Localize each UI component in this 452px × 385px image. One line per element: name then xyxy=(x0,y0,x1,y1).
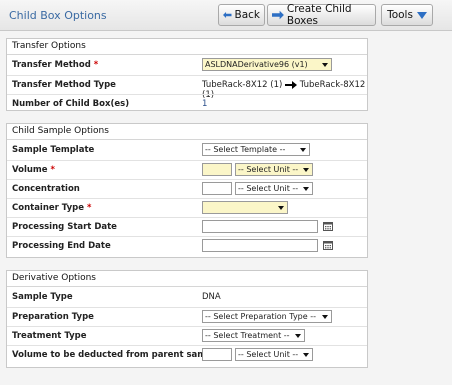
calendar-icon[interactable] xyxy=(323,240,333,250)
caret-down-icon xyxy=(416,11,427,19)
select-value: -- Select Template -- xyxy=(205,145,286,154)
label-text: Container Type xyxy=(12,203,84,213)
preparation-type-row: Preparation Type -- Select Preparation T… xyxy=(7,307,367,325)
transfer-method-type-row: Transfer Method Type TubeRack-8X12 (1) T… xyxy=(7,75,367,100)
back-button[interactable]: Back xyxy=(218,4,265,26)
field-label: Volume * xyxy=(12,165,55,175)
sample-type-row: Sample Type DNA xyxy=(7,288,367,306)
select-value: -- Select Unit -- xyxy=(238,184,299,193)
volume-deducted-row: Volume to be deducted from parent sample… xyxy=(7,345,367,363)
transfer-options-panel: Transfer Options Transfer Method * ASLDN… xyxy=(6,38,368,111)
select-value: -- Select Preparation Type -- xyxy=(205,312,316,321)
chevron-down-icon xyxy=(322,62,328,67)
field-label: Transfer Method Type xyxy=(12,80,116,90)
concentration-unit-select[interactable]: -- Select Unit -- xyxy=(235,182,313,195)
field-label: Number of Child Box(es) xyxy=(12,99,130,109)
concentration-row: Concentration -- Select Unit -- xyxy=(7,179,367,197)
page-title: Child Box Options xyxy=(9,9,107,22)
arrow-right-icon xyxy=(285,80,297,89)
field-label: Container Type * xyxy=(12,203,91,213)
volume-input[interactable] xyxy=(202,163,232,176)
required-marker: * xyxy=(93,60,99,70)
chevron-down-icon xyxy=(278,205,284,210)
select-value: -- Select Treatment -- xyxy=(205,331,290,340)
required-marker: * xyxy=(50,165,55,175)
arrow-left-icon xyxy=(223,11,232,19)
child-box-count: 1 xyxy=(202,99,208,109)
page-header: Child Box Options Back Create Child Boxe… xyxy=(0,0,452,31)
derivative-options-panel: Derivative Options Sample Type DNA Prepa… xyxy=(6,270,368,368)
field-label: Sample Template xyxy=(12,145,95,155)
child-sample-options-panel: Child Sample Options Sample Template -- … xyxy=(6,123,368,258)
back-button-label: Back xyxy=(234,9,261,21)
treatment-type-select[interactable]: -- Select Treatment -- xyxy=(202,329,305,342)
chevron-down-icon xyxy=(303,167,309,172)
sample-template-select[interactable]: -- Select Template -- xyxy=(202,143,310,156)
volume-row: Volume * -- Select Unit -- xyxy=(7,160,367,178)
treatment-type-row: Treatment Type -- Select Treatment -- xyxy=(7,326,367,344)
section-title: Derivative Options xyxy=(7,271,367,287)
processing-start-date-row: Processing Start Date xyxy=(7,217,367,235)
preparation-type-select[interactable]: -- Select Preparation Type -- xyxy=(202,310,332,323)
container-type-row: Container Type * xyxy=(7,198,367,216)
chevron-down-icon xyxy=(295,333,301,338)
arrow-right-icon xyxy=(272,10,284,20)
label-text: Volume xyxy=(12,165,48,175)
field-label: Sample Type xyxy=(12,292,73,302)
container-type-select[interactable] xyxy=(202,201,288,214)
transfer-method-select[interactable]: ASLDNADerivative96 (v1) xyxy=(202,58,332,71)
processing-start-date-input[interactable] xyxy=(202,220,318,233)
volume-unit-select[interactable]: -- Select Unit -- xyxy=(235,163,313,176)
tools-menu-button[interactable]: Tools xyxy=(381,4,433,26)
chevron-down-icon xyxy=(303,186,309,191)
chevron-down-icon xyxy=(300,147,306,152)
tools-button-label: Tools xyxy=(387,9,413,21)
sample-template-row: Sample Template -- Select Template -- xyxy=(7,141,367,159)
type-from: TubeRack-8X12 (1) xyxy=(202,80,283,90)
section-title: Transfer Options xyxy=(7,39,367,55)
processing-end-date-input[interactable] xyxy=(202,239,318,252)
create-button-label: Create Child Boxes xyxy=(286,3,352,27)
field-label: Volume to be deducted from parent sample xyxy=(12,350,221,360)
field-label: Preparation Type xyxy=(12,312,94,322)
number-of-child-boxes-row: Number of Child Box(es) 1 xyxy=(7,94,367,112)
required-marker: * xyxy=(86,203,92,213)
select-value: -- Select Unit -- xyxy=(238,350,299,359)
chevron-down-icon xyxy=(322,314,328,319)
field-label: Treatment Type xyxy=(12,331,87,341)
processing-end-date-row: Processing End Date xyxy=(7,236,367,254)
field-label: Processing Start Date xyxy=(12,222,117,232)
select-value: ASLDNADerivative96 (v1) xyxy=(205,60,308,69)
field-label: Transfer Method * xyxy=(12,60,98,70)
volume-deducted-input[interactable] xyxy=(202,348,232,361)
select-value: -- Select Unit -- xyxy=(238,165,299,174)
sample-type-value: DNA xyxy=(202,292,221,302)
field-label: Processing End Date xyxy=(12,241,111,251)
calendar-icon[interactable] xyxy=(323,221,333,231)
chevron-down-icon xyxy=(303,352,309,357)
create-child-boxes-button[interactable]: Create Child Boxes xyxy=(267,3,376,27)
volume-deducted-unit-select[interactable]: -- Select Unit -- xyxy=(235,348,313,361)
label-text: Transfer Method xyxy=(12,60,91,70)
section-title: Child Sample Options xyxy=(7,124,367,140)
concentration-input[interactable] xyxy=(202,182,232,195)
field-label: Concentration xyxy=(12,184,80,194)
transfer-method-row: Transfer Method * ASLDNADerivative96 (v1… xyxy=(7,56,367,74)
